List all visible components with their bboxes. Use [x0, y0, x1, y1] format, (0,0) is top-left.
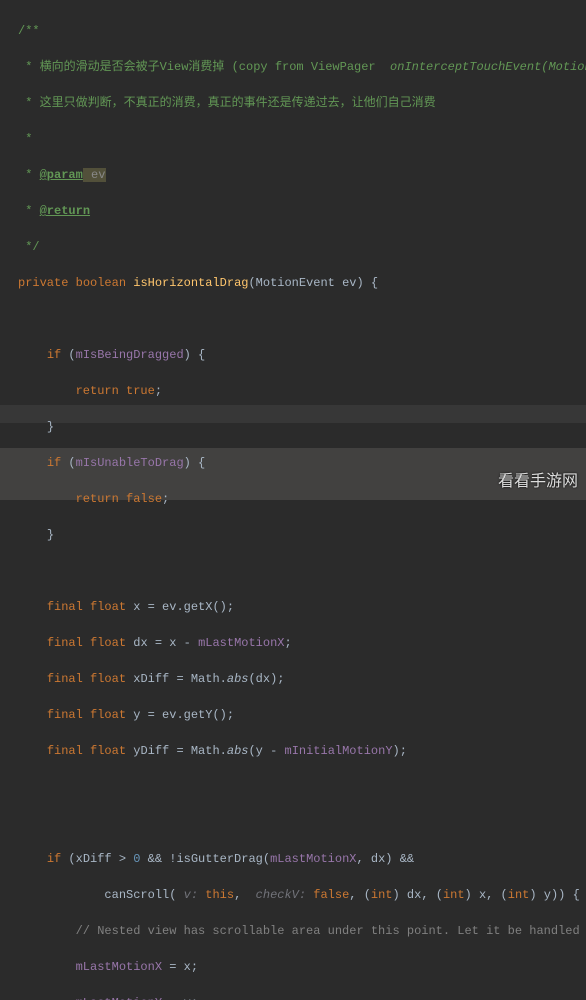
- keyword: return: [76, 492, 119, 506]
- keyword: private: [18, 276, 68, 290]
- code-text: (MotionEvent ev) {: [248, 276, 378, 290]
- keyword: true: [126, 384, 155, 398]
- field: mIsBeingDragged: [76, 348, 184, 362]
- code-block: /** * 横向的滑动是否会被子View消费掉 (copy from ViewP…: [0, 0, 586, 1000]
- method-name: isHorizontalDrag: [133, 276, 248, 290]
- comment-line: // Nested view has scrollable area under…: [76, 924, 586, 938]
- javadoc-return-tag: @return: [40, 204, 90, 218]
- comment-line: * 这里只做判断，不真正的消费，真正的事件还是传递过去，让他们自己消费: [18, 96, 436, 110]
- comment-line: * 横向的滑动是否会被子View消费掉 (copy from ViewPager: [18, 60, 390, 74]
- keyword: return: [76, 384, 119, 398]
- javadoc-param-name: ev: [83, 168, 107, 182]
- brace: }: [47, 528, 54, 542]
- keyword: boolean: [76, 276, 126, 290]
- keyword: false: [126, 492, 162, 506]
- comment-line: /**: [18, 24, 40, 38]
- brace: }: [47, 420, 54, 434]
- comment-ref: onInterceptTouchEvent(MotionEvent ev): [390, 60, 586, 74]
- javadoc-param-tag: @param: [40, 168, 83, 182]
- field: mIsUnableToDrag: [76, 456, 184, 470]
- comment-line: *: [18, 132, 32, 146]
- watermark-text: 看看手游网: [498, 470, 578, 494]
- keyword: if: [47, 456, 61, 470]
- comment-line: */: [18, 240, 40, 254]
- keyword: if: [47, 348, 61, 362]
